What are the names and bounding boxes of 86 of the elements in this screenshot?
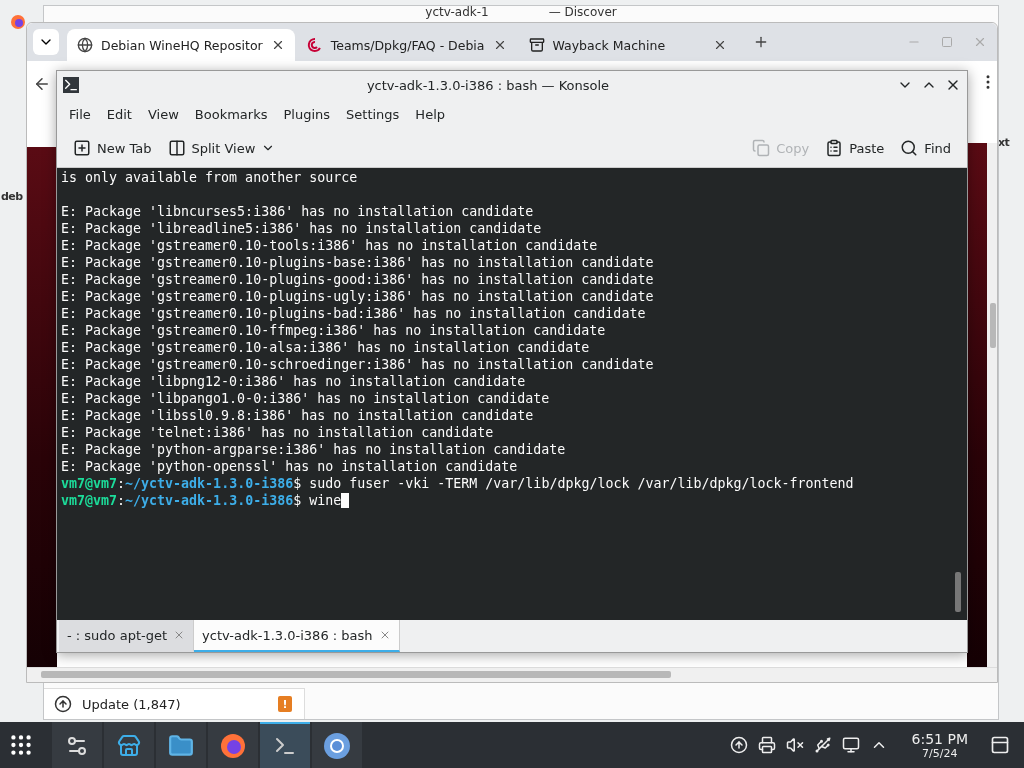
menu-item[interactable]: Settings — [338, 102, 408, 126]
new-tab-icon — [73, 139, 91, 157]
desktop-icon[interactable] — [990, 735, 1010, 755]
taskbar-app[interactable] — [52, 722, 102, 768]
terminal-tab[interactable]: yctv-adk-1.3.0-i386 : bash — [194, 620, 400, 652]
page-text: xt — [998, 136, 1010, 149]
terminal-line: E: Package 'libreadline5:i386' has no installation candidate — [61, 221, 542, 236]
toolbar-button[interactable]: Split View — [161, 135, 282, 161]
prompt-sign: $ — [293, 493, 302, 508]
terminal-line: E: Package 'gstreamer0.10-ffmpeg:i386' has no installation candidate — [61, 323, 606, 338]
terminal-line: E: Package 'python-argparse:i386' has no installation candidate — [61, 442, 566, 457]
network-icon[interactable] — [841, 736, 860, 754]
terminal-icon — [63, 77, 79, 93]
update-item[interactable]: Update (1,847) ! — [44, 688, 305, 719]
prompt-sign: $ — [293, 476, 302, 491]
copy-icon — [752, 139, 771, 157]
prompt-path: ~/yctv-adk-1.3.0-i386 — [125, 476, 294, 491]
usb-icon[interactable] — [813, 736, 832, 754]
browser-tab[interactable]: Wayback Machine — [518, 29, 737, 61]
window-title: yctv-adk-1 — [425, 6, 489, 19]
command-text: sudo fuser -vki -TERM /var/lib/dpkg/lock /var/lib/dpkg/lock-frontend — [309, 476, 854, 491]
taskbar-app[interactable] — [104, 722, 154, 768]
terminal-line: E: Package 'gstreamer0.10-schroedinger:i386' has no installation candidate — [61, 357, 654, 372]
menu-item[interactable]: Help — [407, 102, 453, 126]
terminal-line: E: Package 'gstreamer0.10-plugins-base:i386' has no installation candidate — [61, 255, 654, 270]
sliders-icon — [65, 734, 89, 758]
firefox-icon — [219, 732, 247, 760]
tab-title: Teams/Dpkg/FAQ - Debia — [330, 37, 485, 53]
menu-item[interactable]: Bookmarks — [186, 102, 276, 126]
terminal-line: E: Package 'telnet:i386' has no installation candidate — [61, 425, 494, 440]
clock[interactable]: 6:51 PM 7/5/24 — [911, 730, 968, 760]
browser-tab[interactable]: Teams/Dpkg/FAQ - Debia — [296, 29, 517, 61]
browser-tab[interactable]: Debian WineHQ Repositor — [67, 29, 295, 61]
taskbar-app[interactable] — [208, 722, 258, 768]
warning-badge: ! — [278, 696, 292, 712]
terminal-line: E: Package 'libssl0.9.8:i386' has no installation candidate — [61, 408, 534, 423]
globe-icon — [77, 37, 93, 53]
taskbar-app[interactable] — [312, 722, 362, 768]
tab-title: Wayback Machine — [552, 37, 667, 53]
store-icon — [117, 734, 141, 758]
terminal-tab[interactable]: - : sudo apt-get — [59, 620, 195, 652]
vertical-scrollbar[interactable] — [987, 143, 997, 667]
back-icon[interactable] — [33, 75, 51, 93]
terminal-line: E: Package 'python-openssl' has no installation candidate — [61, 459, 518, 474]
menu-item[interactable]: File — [61, 102, 99, 126]
taskbar-app[interactable] — [156, 722, 206, 768]
update-icon — [54, 695, 72, 713]
terminal-line: E: Package 'libncurses5:i386' has no installation candidate — [61, 204, 534, 219]
terminal-line: E: Package 'gstreamer0.10-plugins-ugly:i386' has no installation candidate — [61, 289, 654, 304]
tab-title: Debian WineHQ Repositor — [101, 37, 263, 53]
menu-item[interactable]: Edit — [98, 102, 140, 126]
tab-list-button[interactable] — [33, 29, 59, 55]
prompt-user: vm7@vm7 — [61, 493, 118, 508]
update-icon[interactable] — [729, 736, 748, 754]
terminal-line: E: Package 'gstreamer0.10-plugins-good:i386' has no installation candidate — [61, 272, 654, 287]
terminal-line: E: Package 'gstreamer0.10-tools:i386' has no installation candidate — [61, 238, 598, 253]
toolbar-button[interactable]: Paste — [819, 135, 891, 161]
archive-icon — [528, 37, 545, 53]
menu-item[interactable]: View — [139, 102, 187, 126]
window-title: yctv-adk-1.3.0-i386 : bash — Konsole — [365, 77, 611, 93]
command-text: wine — [309, 493, 342, 508]
mute-icon[interactable] — [785, 736, 804, 754]
search-icon — [900, 139, 919, 157]
window-title: — Discover — [548, 6, 617, 19]
prompt-user: vm7@vm7 — [61, 476, 118, 491]
chromium-icon — [323, 732, 351, 760]
paste-icon — [825, 139, 844, 157]
prompt-separator: : — [117, 493, 126, 508]
terminal-line: E: Package 'libpng12-0:i386' has no installation candidate — [61, 374, 526, 389]
terminal-line: is only available from another source — [61, 170, 358, 185]
terminal-line: E: Package 'gstreamer0.10-plugins-bad:i386' has no installation candidate — [61, 306, 646, 321]
folder-icon — [168, 733, 194, 759]
terminal-line: E: Package 'gstreamer0.10-alsa:i386' has no installation candidate — [61, 340, 590, 355]
swirl-icon — [306, 37, 323, 53]
menu-item[interactable]: Plugins — [275, 102, 339, 126]
toolbar-button[interactable]: New Tab — [67, 135, 158, 161]
taskbar-app[interactable] — [260, 722, 310, 768]
prompt-separator: : — [117, 476, 126, 491]
terminal-line: E: Package 'libpango1.0-0:i386' has no installation candidate — [61, 391, 550, 406]
launcher-icon[interactable] — [8, 732, 34, 758]
prompt-path: ~/yctv-adk-1.3.0-i386 — [125, 493, 294, 508]
toolbar-button[interactable]: Find — [894, 135, 957, 161]
page-text: deb — [1, 190, 23, 203]
firefox-icon — [10, 14, 26, 30]
horizontal-scrollbar[interactable] — [27, 667, 997, 682]
columns-icon — [167, 139, 186, 157]
